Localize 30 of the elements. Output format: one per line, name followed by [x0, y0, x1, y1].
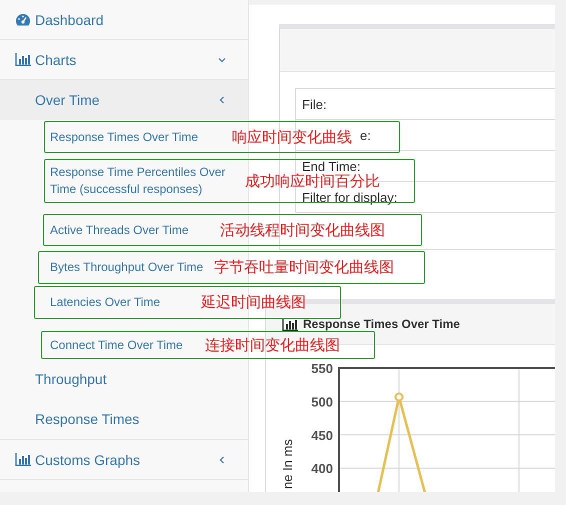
submenu-link[interactable]: Response Time Percentiles Over Time (successful responses)	[45, 164, 245, 198]
submenu-link[interactable]: Response Times Over Time	[45, 128, 232, 146]
axis-title: ne In ms	[280, 439, 295, 489]
bar-chart-icon	[15, 53, 31, 66]
tick-label: 500	[311, 394, 333, 410]
chevron-icon	[218, 56, 226, 64]
info-label: File:	[302, 96, 327, 112]
gauge-icon	[15, 13, 31, 26]
chevron-icon	[218, 456, 226, 464]
tick-label: 550	[311, 361, 333, 376]
annotation-label: 延迟时间曲线图	[201, 293, 306, 312]
bar-chart-icon	[282, 318, 298, 330]
submenu-link[interactable]: Latencies Over Time	[35, 294, 201, 311]
panel-title: Response Times Over Time	[303, 318, 460, 330]
annotation-label: 响应时间变化曲线	[232, 128, 352, 146]
chevron-icon	[218, 96, 226, 104]
annotation-label: 活动线程时间变化曲线图	[220, 220, 385, 240]
info-label: End Time:	[302, 158, 361, 174]
submenu-link[interactable]: Bytes Throughput Over Time	[39, 259, 214, 276]
menu-item[interactable]: Over Time	[0, 80, 248, 120]
bar-chart-icon	[15, 453, 31, 466]
annotation-label: 连接时间变化曲线图	[205, 336, 340, 354]
annotation-label: 成功响应时间百分比	[245, 172, 380, 190]
info-label: e:	[360, 128, 371, 142]
annotation-label: 字节吞吐量时间变化曲线图	[214, 258, 394, 277]
submenu-link[interactable]: Connect Time Over Time	[42, 336, 205, 354]
info-label: Filter for display:	[302, 190, 398, 204]
tick-label: 450	[311, 428, 333, 443]
submenu-link[interactable]: Active Threads Over Time	[44, 222, 220, 238]
tick-label: 400	[311, 461, 333, 476]
